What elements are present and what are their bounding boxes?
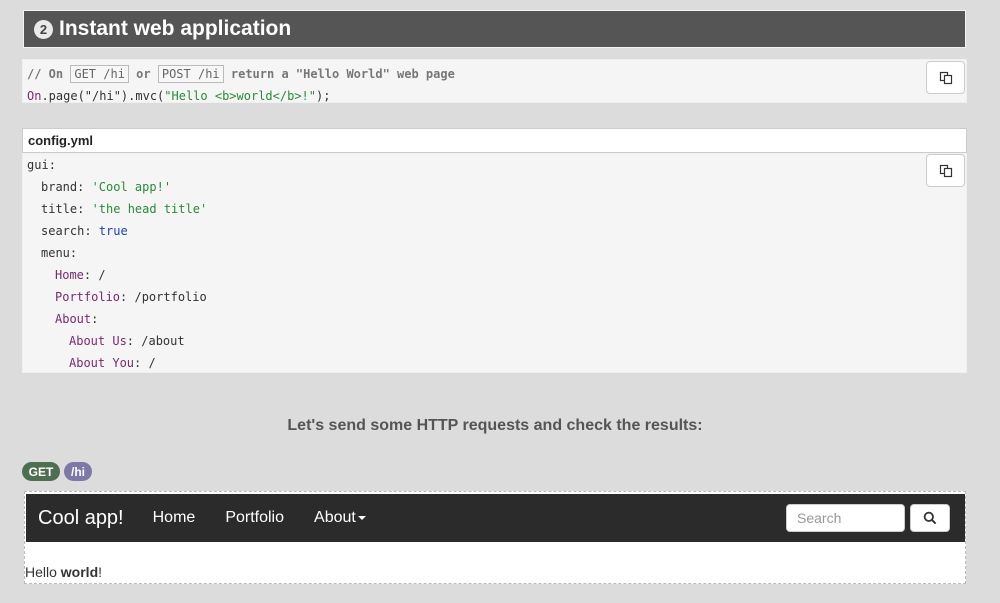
yaml-line: gui: [27,158,56,172]
yaml-line: About Us: /about [69,334,185,348]
path-badge: /hi [64,462,92,481]
yaml-line: brand: 'Cool app!' [41,180,172,194]
body-bold-text: world [60,564,99,580]
section-header: 2 Instant web application [23,10,966,48]
search-icon [923,511,937,525]
yaml-line: menu: [41,246,78,260]
kbd-get-hi: GET /hi [70,65,129,83]
copy-button-config[interactable] [926,154,965,187]
nav-link-home[interactable]: Home [138,509,211,527]
config-file-title: config.yml [22,128,967,153]
method-badge: GET [22,462,60,481]
app-page-body: Hello world! [25,564,103,580]
code-line-statement: On.page("/hi").mvc("Hello <b>world</b>!"… [27,89,331,103]
copy-button-code[interactable] [926,61,965,94]
copy-icon [939,71,952,84]
rendered-app-preview: Cool app! Home Portfolio About Hello wor… [24,491,966,584]
search-input[interactable] [786,504,905,532]
nav-dropdown-about[interactable]: About [299,509,381,527]
results-heading: Let's send some HTTP requests and check … [287,417,703,434]
yaml-line: search: true [41,224,128,238]
yaml-line: About: [55,312,99,326]
yaml-line: Home: / [55,268,106,282]
yaml-code-block: gui: brand: 'Cool app!' title: 'the head t… [22,153,967,373]
java-code-block: // On GET /hi or POST /hi return a "Hell… [22,59,967,103]
nav-link-portfolio[interactable]: Portfolio [210,509,299,527]
copy-icon [939,164,952,177]
code-line-comment: // On GET /hi or POST /hi return a "Hell… [27,65,455,83]
section-title: Instant web application [59,17,292,40]
yaml-line: title: 'the head title' [41,202,208,216]
app-brand[interactable]: Cool app! [38,507,124,530]
caret-down-icon [357,515,366,520]
yaml-line: About You: / [69,356,156,370]
section-number-badge: 2 [34,19,53,39]
search-button[interactable] [910,504,950,532]
kbd-post-hi: POST /hi [157,65,224,83]
app-navbar: Cool app! Home Portfolio About [26,494,965,542]
yaml-line: Portfolio: /portfolio [55,290,207,304]
